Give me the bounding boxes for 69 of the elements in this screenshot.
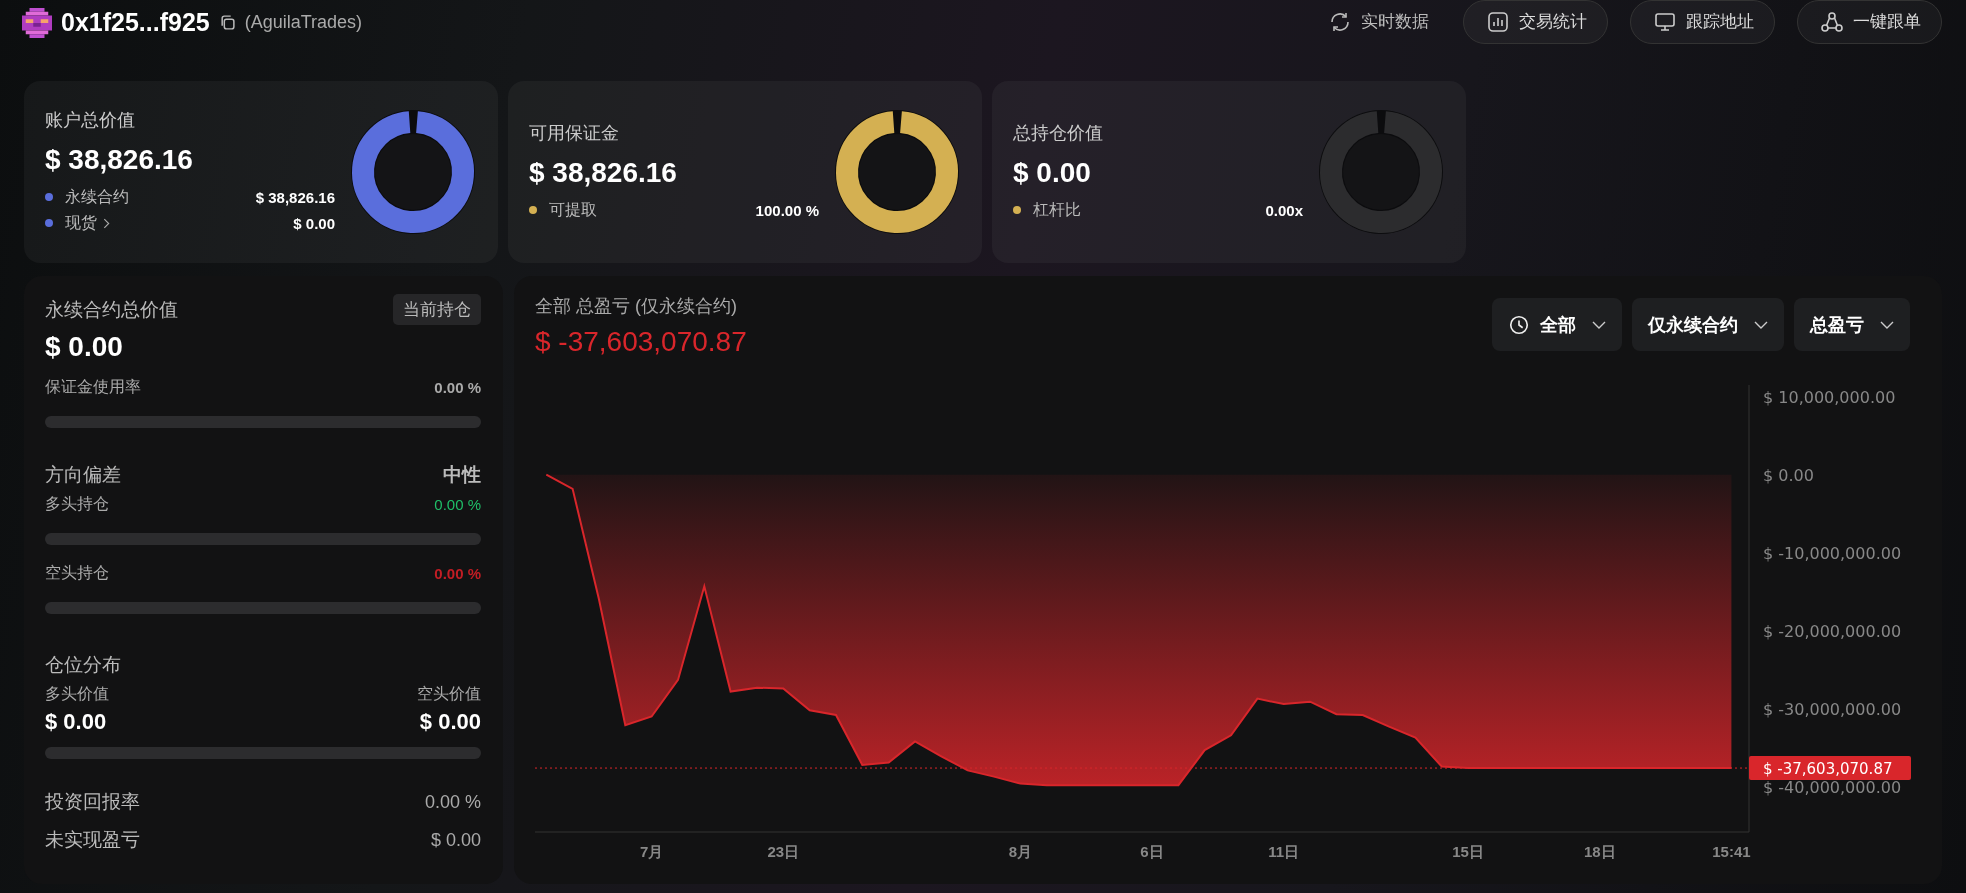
metric-value: 0.00 % bbox=[434, 496, 481, 513]
legend-value: 0.00x bbox=[1265, 201, 1303, 219]
metric-label: 空头价值 bbox=[417, 684, 481, 704]
clock-icon bbox=[1508, 313, 1530, 336]
header-action-button[interactable]: 实时数据 bbox=[1316, 0, 1441, 44]
metric-value: 0.00 % bbox=[434, 379, 481, 396]
perp-value: $ 0.00 bbox=[45, 331, 124, 363]
legend-value: 100.00 % bbox=[755, 201, 819, 219]
filter-dropdown[interactable]: 总盈亏 bbox=[1794, 298, 1910, 351]
chevron-down-icon bbox=[1592, 320, 1606, 329]
chevron-down-icon bbox=[1880, 320, 1894, 329]
y-axis-label: $ 0.00 bbox=[1763, 465, 1814, 485]
wallet-alias: (AguilaTrades) bbox=[244, 12, 363, 33]
y-axis-label: $ 10,000,000.00 bbox=[1763, 387, 1896, 407]
chart-title: 全部 总盈亏 (仅永续合约) bbox=[535, 295, 738, 318]
y-axis-label: $ -20,000,000.00 bbox=[1763, 621, 1902, 641]
header-action-button[interactable]: 交易统计 bbox=[1463, 0, 1608, 44]
x-axis-label: 23日 bbox=[767, 843, 800, 860]
metric-label: 保证金使用率 bbox=[45, 377, 141, 397]
x-axis-label: 6日 bbox=[1140, 843, 1164, 860]
legend-value: $ 0.00 bbox=[293, 214, 335, 232]
metric-label: 多头价值 bbox=[45, 684, 109, 704]
current-positions-button[interactable]: 当前持仓 bbox=[393, 294, 481, 325]
legend-value: $ 38,826.16 bbox=[255, 188, 335, 206]
metric-value: 0.00 % bbox=[434, 565, 481, 582]
header-action-button[interactable]: 跟踪地址 bbox=[1630, 0, 1775, 44]
filter-dropdown[interactable]: 全部 bbox=[1492, 298, 1622, 351]
x-axis-label: 7月 bbox=[639, 843, 664, 860]
x-axis-label: 8月 bbox=[1008, 843, 1032, 860]
y-axis-label: $ -10,000,000.00 bbox=[1763, 543, 1902, 563]
chevron-down-icon bbox=[1754, 320, 1768, 329]
card-value: $ 38,826.16 bbox=[529, 157, 678, 189]
legend-label: 杠杆比 bbox=[1033, 199, 1081, 220]
filter-dropdown[interactable]: 仅永续合约 bbox=[1632, 298, 1784, 351]
x-axis-label: 11日 bbox=[1268, 843, 1300, 860]
x-axis-label: 15:41 bbox=[1712, 843, 1751, 860]
header-action-button[interactable]: 一键跟单 bbox=[1797, 0, 1942, 44]
copy-icon[interactable] bbox=[218, 14, 236, 31]
wallet-address: 0x1f25...f925 bbox=[61, 8, 210, 37]
stat-value: 0.00 % bbox=[424, 791, 481, 813]
section-title: 方向偏差 bbox=[45, 463, 121, 487]
stat-label: 未实现盈亏 bbox=[45, 828, 140, 852]
bias-value: 中性 bbox=[443, 463, 481, 487]
x-axis-label: 15日 bbox=[1452, 843, 1484, 860]
card-title: 可用保证金 bbox=[529, 122, 620, 145]
card-title: 总持仓价值 bbox=[1013, 122, 1104, 145]
card-value: $ 0.00 bbox=[1013, 157, 1092, 189]
legend-label: 永续合约 bbox=[65, 186, 129, 207]
section-title: 永续合约总价值 bbox=[45, 297, 178, 322]
card-value: $ 38,826.16 bbox=[45, 144, 194, 176]
section-title: 仓位分布 bbox=[45, 653, 122, 677]
y-axis-label: $ -30,000,000.00 bbox=[1763, 699, 1902, 719]
share-nodes-icon bbox=[1820, 9, 1844, 34]
card-title: 账户总价值 bbox=[45, 109, 136, 132]
chevron-right-icon[interactable] bbox=[103, 217, 110, 229]
ref-line-label: $ -37,603,070.87 bbox=[1763, 760, 1893, 779]
stat-value: $ 0.00 bbox=[430, 829, 481, 851]
bar-chart-icon bbox=[1486, 9, 1510, 34]
metric-label: 多头持仓 bbox=[45, 494, 109, 514]
metric-label: 空头持仓 bbox=[45, 563, 109, 583]
avatar-icon bbox=[22, 7, 52, 38]
long-value: $ 0.00 bbox=[45, 709, 107, 735]
legend-label[interactable]: 现货 bbox=[65, 212, 97, 234]
legend-label: 可提取 bbox=[549, 199, 597, 220]
pnl-value: $ -37,603,070.87 bbox=[535, 326, 747, 358]
stat-label: 投资回报率 bbox=[45, 790, 140, 814]
short-value: $ 0.00 bbox=[419, 709, 481, 735]
x-axis-label: 18日 bbox=[1583, 843, 1616, 860]
current-value-tag: $ -37,603,070.87 bbox=[1749, 756, 1911, 781]
